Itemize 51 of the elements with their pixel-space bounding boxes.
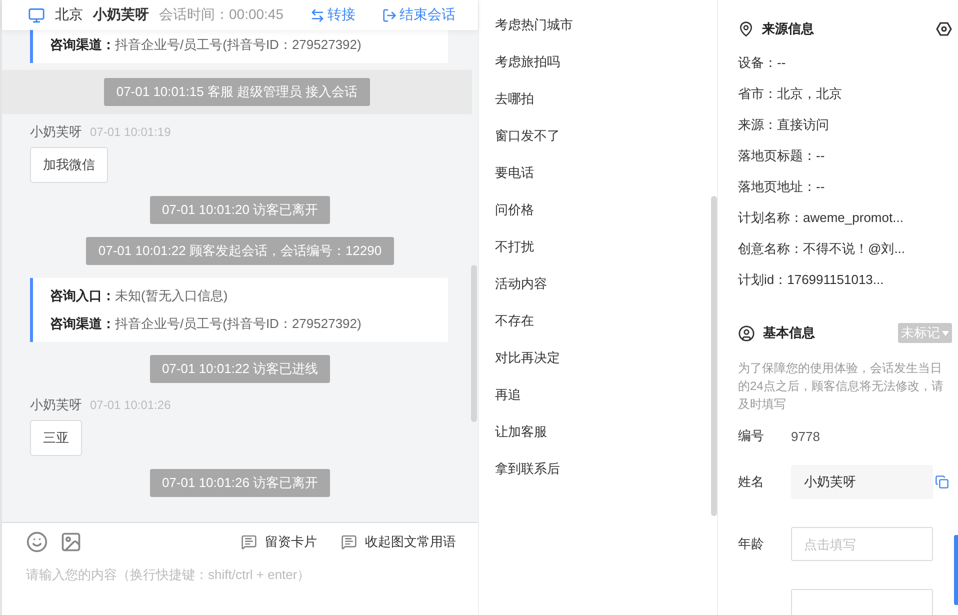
system-notice: 07-01 10:01:15 客服 超级管理员 接入会话 — [104, 78, 370, 106]
phrase-item[interactable]: 活动内容 — [495, 275, 547, 293]
info-row-text: 落地页标题：-- — [738, 147, 826, 165]
info-row-text: 计划名称：aweme_promot... — [738, 209, 904, 227]
visitor-name: 小奶芙呀 — [30, 397, 82, 412]
info-row-text: 省市：北京，北京 — [738, 85, 843, 103]
visitor-name: 小奶芙呀 — [93, 6, 149, 24]
phrase-item[interactable]: 问价格 — [495, 201, 534, 219]
section-title: 基本信息 — [763, 324, 816, 342]
section-title: 来源信息 — [762, 20, 815, 38]
system-notice: 07-01 10:01:20 访客已离开 — [150, 196, 330, 224]
phrase-item[interactable]: 拿到联系后 — [495, 460, 560, 478]
phrase-item[interactable]: 考虑热门城市 — [495, 16, 573, 34]
system-notice: 07-01 10:01:22 访客已进线 — [150, 355, 330, 383]
phrase-item[interactable]: 对比再决定 — [495, 349, 560, 367]
field-label: 编号 — [738, 427, 765, 445]
end-session-button[interactable]: 结束会话 — [382, 6, 456, 24]
info-line: 咨询渠道：抖音企业号/员工号(抖音号ID：279527392) — [50, 315, 362, 333]
message-time: 07-01 10:01:26 — [90, 398, 171, 412]
message-bubble: 加我微信 — [30, 147, 108, 183]
info-row-text: 创意名称：不得不说！@刘... — [738, 240, 906, 258]
system-notice: 07-01 10:01:22 顾客发起会话，会话编号：12290 — [86, 237, 394, 265]
phrase-item[interactable]: 不存在 — [495, 312, 534, 330]
phrase-item[interactable]: 考虑旅拍吗 — [495, 53, 560, 71]
info-line: 咨询入口：未知(暂无入口信息) — [50, 287, 229, 305]
phrase-item[interactable]: 再追 — [495, 386, 521, 404]
message-bubble: 三亚 — [30, 420, 82, 456]
info-row-text: 设备：-- — [738, 54, 787, 72]
session-time: 会话时间：00:00:45 — [159, 6, 284, 24]
notice-text: 为了保障您的使用体验，会话发生当日的24点之后，顾客信息将无法修改，请及时填写 — [738, 360, 944, 413]
system-notice: 07-01 10:01:26 访客已离开 — [150, 469, 330, 497]
phrase-item[interactable]: 要电话 — [495, 164, 534, 182]
phrase-item[interactable]: 让加客服 — [495, 423, 547, 441]
message-time: 07-01 10:01:19 — [90, 125, 171, 139]
phrase-item[interactable]: 窗口发不了 — [495, 127, 560, 145]
transfer-button[interactable]: 转接 — [310, 6, 356, 24]
field-value: 9778 — [791, 428, 820, 444]
field-label: 年龄 — [738, 535, 765, 553]
field-label: 姓名 — [738, 473, 765, 491]
phrase-item[interactable]: 不打扰 — [495, 238, 534, 256]
phrase-item[interactable]: 去哪拍 — [495, 90, 534, 108]
info-row-text: 计划id：176991151013... — [738, 271, 885, 289]
visitor-location: 北京 — [55, 6, 83, 24]
info-line: 咨询渠道：抖音企业号/员工号(抖音号ID：279527392) — [50, 36, 362, 54]
info-row-text: 落地页地址：-- — [738, 178, 826, 196]
info-row-text: 来源：直接访问 — [738, 116, 830, 134]
input-field[interactable]: 点击填写 — [791, 527, 933, 561]
input-field[interactable]: 小奶芙呀 — [791, 465, 933, 499]
visitor-name: 小奶芙呀 — [30, 124, 82, 139]
collapse-phrases-button[interactable]: 收起图文常用语 — [341, 533, 456, 551]
lead-card-button[interactable]: 留资卡片 — [241, 533, 317, 551]
